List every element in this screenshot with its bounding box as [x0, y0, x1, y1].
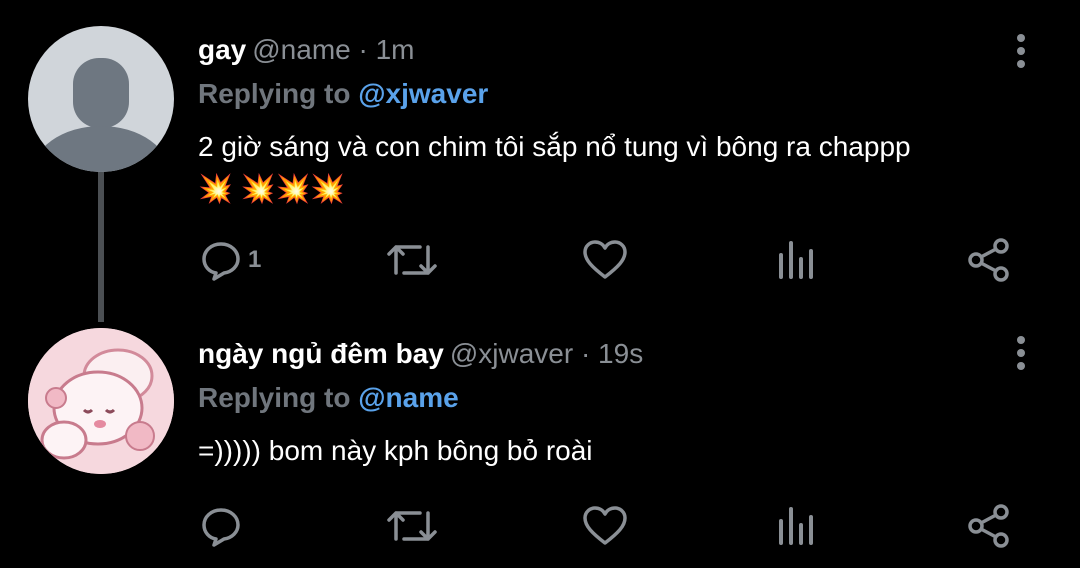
avatar-user[interactable] [28, 328, 174, 474]
retweet-icon [387, 245, 437, 275]
default-avatar-icon [31, 58, 171, 172]
tweet-header: gay @name · 1m [198, 33, 415, 67]
timestamp[interactable]: · 1m [359, 34, 415, 65]
avatar-default[interactable] [28, 26, 174, 172]
share-icon [968, 238, 1009, 282]
reply-button[interactable] [200, 496, 242, 556]
more-vertical-icon [1012, 336, 1030, 370]
tweet-actions [0, 496, 1080, 556]
like-button[interactable] [582, 230, 628, 290]
retweet-button[interactable] [386, 230, 438, 290]
replying-to-line: Replying to @name [198, 381, 459, 415]
display-name[interactable]: gay [198, 34, 246, 65]
reply-button[interactable]: 1 [200, 230, 261, 290]
analytics-icon [779, 507, 813, 545]
analytics-button[interactable] [776, 230, 816, 290]
tweet-thread: gay @name · 1m Replying to @xjwaver 2 giờ… [0, 0, 1080, 568]
like-button[interactable] [582, 496, 628, 556]
more-vertical-icon [1012, 34, 1030, 68]
tweet-actions: 1 [0, 230, 1080, 290]
reply-count: 1 [248, 246, 262, 273]
handle[interactable]: @xjwaver [450, 338, 573, 369]
tweet-text-content: 2 giờ sáng và con chim tôi sắp nổ tung v… [198, 131, 911, 162]
retweet-button[interactable] [386, 496, 438, 556]
profile-picture-icon [28, 328, 174, 474]
analytics-button[interactable] [776, 496, 816, 556]
more-options-button[interactable] [1012, 336, 1030, 376]
display-name[interactable]: ngày ngủ đêm bay [198, 338, 444, 369]
collision-emoji: 💥 💥💥💥 [198, 173, 346, 204]
replying-to-label: Replying to [198, 78, 351, 109]
mention-link[interactable]: @xjwaver [358, 78, 488, 109]
heart-icon [583, 240, 627, 279]
tweet-header: ngày ngủ đêm bay @xjwaver · 19s [198, 337, 643, 371]
tweet-text: 2 giờ sáng và con chim tôi sắp nổ tung v… [198, 128, 1048, 208]
replying-to-label: Replying to [198, 382, 351, 413]
reply-icon [202, 508, 240, 547]
retweet-icon [387, 511, 437, 541]
tweet-text-content: =))))) bom này kph bông bỏ roài [198, 435, 593, 466]
tweet-text: =))))) bom này kph bông bỏ roài [198, 432, 1048, 470]
reply-icon [202, 242, 240, 281]
share-button[interactable] [966, 496, 1012, 556]
analytics-icon [779, 241, 813, 279]
more-options-button[interactable] [1012, 34, 1030, 74]
share-icon [968, 504, 1009, 548]
replying-to-line: Replying to @xjwaver [198, 77, 488, 111]
mention-link[interactable]: @name [358, 382, 458, 413]
handle[interactable]: @name [252, 34, 350, 65]
heart-icon [583, 506, 627, 545]
timestamp[interactable]: · 19s [581, 338, 643, 369]
share-button[interactable] [966, 230, 1012, 290]
